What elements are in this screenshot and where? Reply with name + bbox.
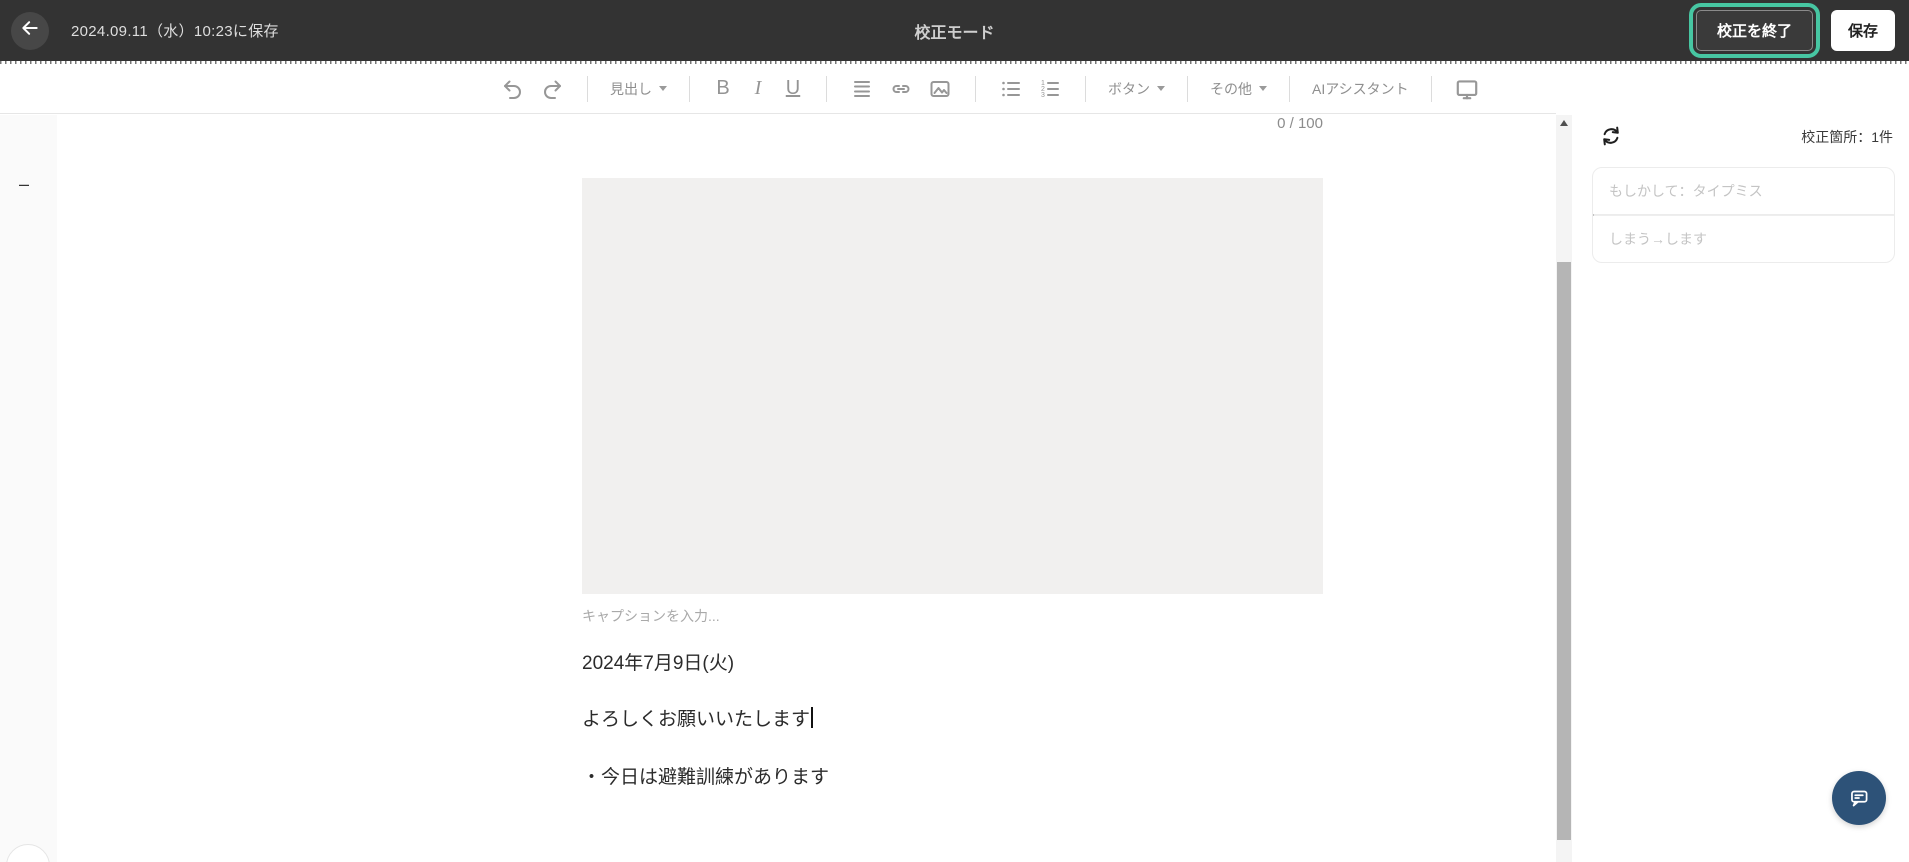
more-menu-dropdown[interactable]: その他 [1210,79,1267,99]
toolbar-separator [1430,75,1432,102]
toolbar-separator [975,75,976,102]
image-icon [930,80,950,97]
redo-button[interactable] [539,76,565,102]
scroll-up-arrow-icon[interactable] [1559,120,1568,126]
more-menu-label: その他 [1210,80,1252,97]
heading-dropdown[interactable]: 見出し [610,79,667,99]
divider-button[interactable] [849,76,875,102]
paragraph-bullet[interactable]: ・今日は避難訓練があります [582,764,1323,791]
save-button[interactable]: 保存 [1830,10,1895,51]
proofread-count-label: 校正箇所：1件 [1801,129,1893,145]
italic-button[interactable]: I [747,77,769,100]
chevron-down-icon [659,86,667,91]
vertical-scrollbar[interactable] [1556,115,1572,862]
suggestion-card[interactable]: もしかして：タイプミス しまう→します [1592,167,1895,263]
bullet-list-button[interactable] [998,76,1024,102]
chevron-down-icon [1157,86,1165,91]
editor-toolbar: 見出し B I U 1 2 3 ボタン その他 AIアシスタント [0,64,1556,114]
proofread-editor-window: 2024.09.11（水）10:23に保存 校正モード 校正を終了 保存 見出し [0,0,1909,862]
bullet-list-icon [1002,81,1020,96]
preview-button[interactable] [1454,76,1480,102]
redo-icon [544,80,561,99]
ordered-list-button[interactable]: 1 2 3 [1037,76,1063,102]
monitor-icon [1456,79,1477,99]
ai-assistant-label: AIアシスタント [1312,80,1409,97]
toolbar-separator [1085,75,1086,102]
refresh-icon [1603,126,1619,146]
svg-text:3: 3 [1041,92,1045,99]
caption-input[interactable]: キャプションを入力... [582,606,1323,626]
topbar-actions: 校正を終了 保存 [1688,0,1895,61]
ordered-list-icon: 1 2 3 [1041,80,1059,99]
toolbar-separator [587,75,588,102]
undo-icon [504,80,521,99]
suggestion-title: もしかして：タイプミス [1609,183,1763,199]
toolbar-separator [1187,75,1188,102]
paragraph-greeting[interactable]: よろしくお願いいたします [582,706,1323,733]
link-button[interactable] [888,76,914,102]
toolbar-separator [689,75,690,102]
text-cursor [811,707,813,728]
end-proofread-button[interactable]: 校正を終了 [1695,10,1813,51]
image-button[interactable] [927,76,953,102]
character-counter: 0 / 100 [1277,115,1323,132]
button-menu-dropdown[interactable]: ボタン [1108,79,1165,99]
top-bar: 2024.09.11（水）10:23に保存 校正モード 校正を終了 保存 [0,0,1909,61]
divider-icon [854,80,870,97]
chat-bubble-icon [1851,790,1868,807]
arrow-left-icon [20,18,40,43]
toolbar-separator [1289,75,1290,102]
proofread-sidebar: 校正箇所：1件 もしかして：タイプミス しまう→します [1572,64,1909,862]
block-drag-handle[interactable]: – [19,174,29,195]
back-button[interactable] [11,11,49,50]
paragraph-date[interactable]: 2024年7月9日(火) [582,650,1323,677]
scrollbar-thumb[interactable] [1557,262,1571,840]
end-proofread-highlight-ring: 校正を終了 [1688,3,1820,58]
perforation-edge [0,61,1909,64]
underline-button[interactable]: U [782,77,804,100]
image-placeholder[interactable] [582,178,1323,594]
page-title: 校正モード [914,24,995,42]
suggestion-change: しまう→します [1609,231,1707,247]
bold-button[interactable]: B [712,77,734,100]
document-body: キャプションを入力... 2024年7月9日(火) よろしくお願いいたします ・… [582,178,1323,791]
link-icon [892,84,910,93]
heading-dropdown-label: 見出し [610,80,652,97]
greeting-text: よろしくお願いいたします [582,709,811,730]
refresh-button[interactable] [1597,122,1625,150]
chevron-down-icon [1259,86,1267,91]
undo-button[interactable] [500,76,526,102]
editor-left-gutter [0,115,57,862]
ai-assistant-button[interactable]: AIアシスタント [1312,79,1409,99]
toolbar-separator [826,75,827,102]
button-menu-label: ボタン [1108,80,1150,97]
saved-status: 2024.09.11（水）10:23に保存 [71,23,279,40]
chat-fab-button[interactable] [1832,771,1886,825]
